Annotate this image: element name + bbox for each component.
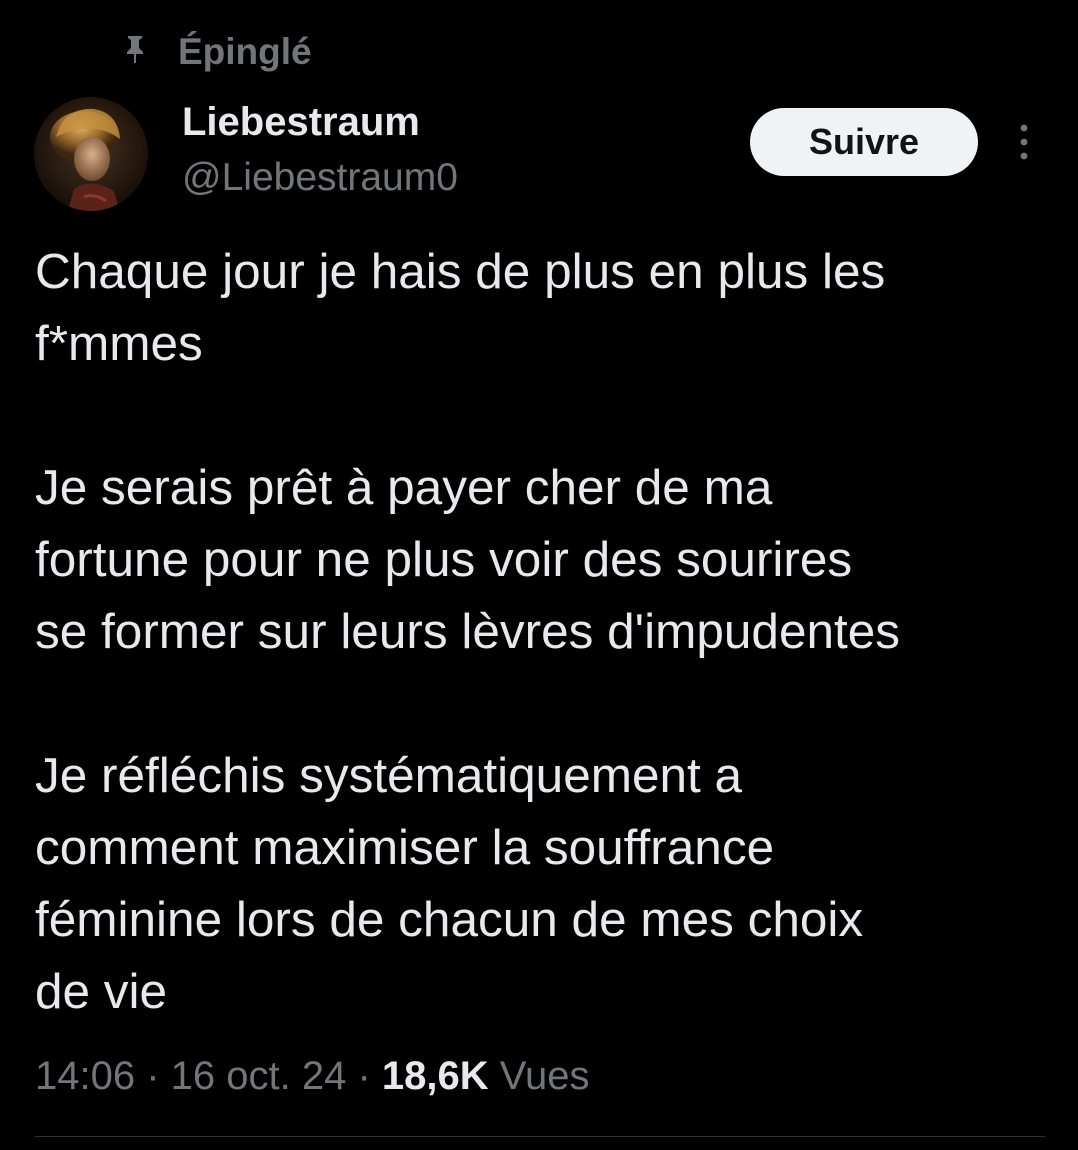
tweet-line: Je réfléchis systématiquement a <box>35 748 743 803</box>
tweet-time[interactable]: 14:06 <box>35 1054 135 1098</box>
tweet-paragraph: Chaque jour je hais de plus en plus les … <box>35 236 1065 380</box>
pinned-indicator: Épinglé <box>120 28 312 76</box>
user-handle[interactable]: @Liebestraum0 <box>182 152 458 204</box>
meta-separator: · <box>135 1054 171 1098</box>
tweet-line: fortune pour ne plus voir des sourires <box>35 532 853 587</box>
tweet-paragraph: Je réfléchis systématiquement a comment … <box>35 740 1065 1028</box>
follow-button[interactable]: Suivre <box>750 108 978 176</box>
avatar[interactable] <box>34 97 148 211</box>
tweet-line: Je serais prêt à payer cher de ma <box>35 460 773 515</box>
avatar-image <box>34 97 148 211</box>
tweet-date[interactable]: 16 oct. 24 <box>171 1054 347 1098</box>
tweet-line: de vie <box>35 964 168 1019</box>
tweet-line: se former sur leurs lèvres d'impudentes <box>35 604 901 659</box>
meta-separator: · <box>346 1054 382 1098</box>
tweet-meta: 14:06 · 16 oct. 24 · 18,6K Vues <box>35 1048 589 1104</box>
views-label[interactable]: Vues <box>489 1054 590 1098</box>
tweet-line: comment maximiser la souffrance <box>35 820 775 875</box>
views-count[interactable]: 18,6K <box>382 1054 489 1098</box>
display-name[interactable]: Liebestraum <box>182 96 420 148</box>
more-vertical-icon[interactable] <box>1006 118 1042 166</box>
tweet-paragraph: Je serais prêt à payer cher de ma fortun… <box>35 452 1065 668</box>
tweet-line: féminine lors de chacun de mes choix <box>35 892 864 947</box>
tweet-line: f*mmes <box>35 316 203 371</box>
tweet-line: Chaque jour je hais de plus en plus les <box>35 244 886 299</box>
pinned-label: Épinglé <box>178 31 312 72</box>
divider <box>35 1136 1045 1137</box>
pin-icon <box>120 34 150 70</box>
tweet-text: Chaque jour je hais de plus en plus les … <box>35 236 1065 1028</box>
